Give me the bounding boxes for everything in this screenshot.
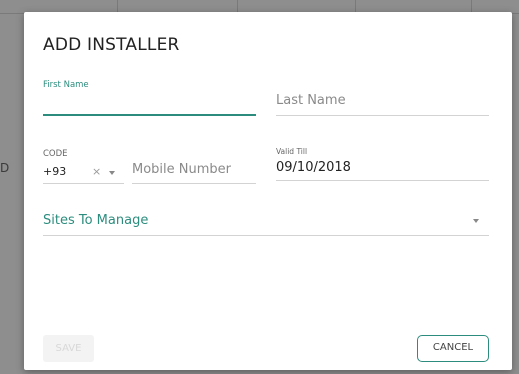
valid-till-underline	[276, 180, 489, 181]
sites-to-manage-select[interactable]: Sites To Manage	[43, 213, 148, 228]
add-installer-dialog: ADD INSTALLER First Name Last Name CODE …	[24, 12, 512, 370]
sites-underline	[43, 235, 489, 236]
mobile-number-underline	[132, 183, 256, 184]
first-name-underline	[43, 114, 256, 116]
dialog-title: ADD INSTALLER	[43, 35, 180, 55]
valid-till-label: Valid Till	[276, 147, 308, 156]
last-name-underline	[276, 115, 489, 116]
code-underline	[43, 183, 124, 184]
last-name-input[interactable]: Last Name	[276, 93, 346, 108]
first-name-input[interactable]	[43, 94, 257, 114]
clear-icon[interactable]: ×	[92, 165, 101, 178]
code-select[interactable]: +93	[43, 165, 66, 178]
backdrop-text: D	[0, 161, 10, 175]
chevron-down-icon[interactable]	[473, 219, 479, 223]
code-label: CODE	[43, 149, 68, 159]
first-name-label: First Name	[43, 80, 89, 90]
valid-till-input[interactable]: 09/10/2018	[276, 160, 351, 175]
save-button[interactable]: SAVE	[43, 335, 94, 362]
cancel-button[interactable]: CANCEL	[417, 335, 489, 362]
mobile-number-input[interactable]: Mobile Number	[132, 162, 231, 177]
chevron-down-icon[interactable]	[109, 171, 115, 175]
